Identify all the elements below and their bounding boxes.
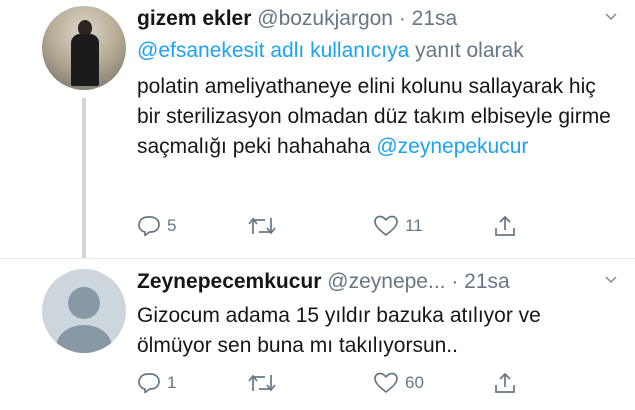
tweet-time[interactable]: 21sa (412, 7, 458, 30)
reply-count: 1 (167, 373, 177, 392)
reply-to-mention[interactable]: @efsanekesit adlı kullanıcıya (137, 39, 409, 62)
share-icon (493, 214, 517, 238)
tweet-header: gizem ekler @bozukjargon · 21sa (137, 4, 619, 34)
reply-context: @efsanekesit adlı kullanıcıya yanıt olar… (137, 36, 619, 66)
tweet-content: gizem ekler @bozukjargon · 21sa @efsanek… (137, 4, 619, 162)
avatar[interactable] (42, 6, 126, 90)
avatar-photo-body (71, 34, 99, 86)
tweet-body: Gizocum adama 15 yıldır bazuka atılıyor … (137, 304, 541, 357)
action-bar: 5 11 (137, 212, 517, 240)
reply-icon (137, 372, 161, 394)
author-handle[interactable]: @bozukjargon (257, 7, 393, 30)
tweet-content: Zeynepecemkucur @zeynepe... · 21sa Gizoc… (137, 267, 619, 361)
like-button[interactable]: 11 (373, 212, 423, 240)
tweet-time[interactable]: 21sa (464, 270, 510, 293)
tweet-header: Zeynepecemkucur @zeynepe... · 21sa (137, 267, 619, 297)
like-icon (373, 215, 399, 237)
share-icon (493, 371, 517, 395)
tweet-body: polatin ameliyathaneye elini kolunu sall… (137, 75, 611, 158)
share-button[interactable] (493, 212, 517, 240)
tweet[interactable]: gizem ekler @bozukjargon · 21sa @efsanek… (0, 0, 635, 258)
thread-line (82, 98, 86, 258)
header-separator: · (398, 7, 406, 30)
default-avatar-shoulders (56, 325, 112, 353)
like-button[interactable]: 60 (373, 369, 424, 397)
tweet-text: polatin ameliyathaneye elini kolunu sall… (137, 72, 619, 162)
like-icon (373, 372, 399, 394)
default-avatar-head (68, 287, 100, 319)
chevron-down-icon[interactable] (605, 275, 617, 285)
tweet[interactable]: Zeynepecemkucur @zeynepe... · 21sa Gizoc… (0, 258, 635, 410)
author-handle[interactable]: @zeynepe... (327, 270, 445, 293)
share-button[interactable] (493, 369, 517, 397)
tweet-text: Gizocum adama 15 yıldır bazuka atılıyor … (137, 301, 619, 361)
reply-count: 5 (167, 216, 177, 235)
reply-button[interactable]: 5 (137, 212, 176, 240)
author-name[interactable]: gizem ekler (137, 7, 251, 30)
avatar[interactable] (42, 269, 126, 353)
reply-to-suffix: yanıt olarak (415, 39, 524, 62)
action-bar: 1 60 (137, 369, 517, 397)
reply-icon (137, 215, 161, 237)
author-name[interactable]: Zeynepecemkucur (137, 270, 321, 293)
chevron-down-icon[interactable] (605, 12, 617, 22)
retweet-icon (247, 215, 277, 237)
header-separator: · (451, 270, 459, 293)
reply-button[interactable]: 1 (137, 369, 176, 397)
like-count: 11 (405, 216, 423, 235)
like-count: 60 (405, 373, 424, 392)
retweet-button[interactable] (247, 369, 283, 397)
retweet-button[interactable] (247, 212, 283, 240)
body-mention[interactable]: @zeynepekucur (376, 135, 528, 158)
retweet-icon (247, 372, 277, 394)
